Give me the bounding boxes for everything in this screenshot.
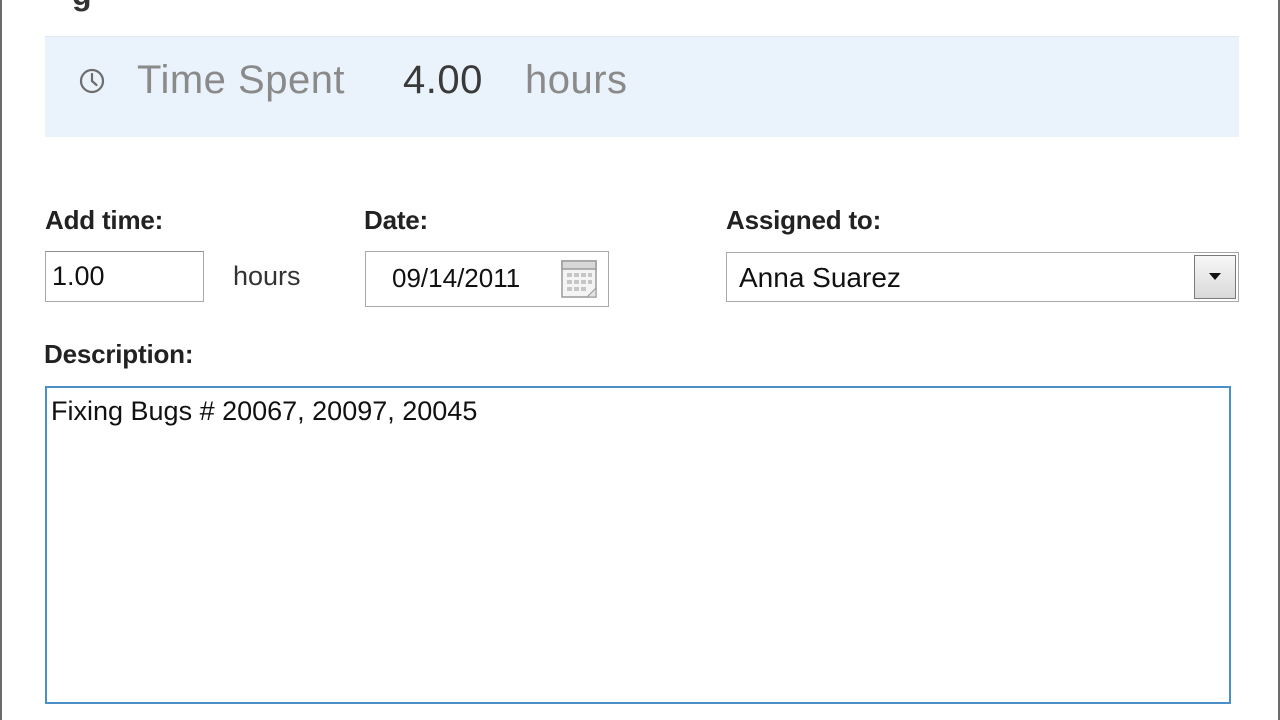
add-time-label: Add time:: [45, 205, 164, 235]
dropdown-button[interactable]: [1194, 255, 1236, 299]
assigned-to-select[interactable]: Anna Suarez: [726, 252, 1239, 302]
date-value: 09/14/2011: [392, 263, 521, 293]
description-label: Description:: [44, 339, 194, 369]
time-spent-value: 4.00: [403, 58, 483, 102]
add-time-unit: hours: [233, 261, 301, 291]
dialog-frame: g Time Spent 4.00 hours Add time: hours …: [0, 0, 1280, 720]
time-spent-label: Time Spent: [137, 58, 346, 102]
clock-icon: [78, 67, 106, 95]
date-field[interactable]: 09/14/2011: [365, 251, 609, 307]
calendar-icon[interactable]: [560, 259, 598, 299]
description-textarea[interactable]: Fixing Bugs # 20067, 20097, 20045: [45, 386, 1231, 704]
date-label: Date:: [364, 205, 429, 235]
time-spent-unit: hours: [525, 58, 628, 102]
assigned-to-value: Anna Suarez: [739, 262, 901, 293]
add-time-input[interactable]: [45, 251, 204, 302]
chevron-down-icon: [1209, 273, 1221, 280]
assigned-to-label: Assigned to:: [726, 205, 882, 235]
dialog-title-fragment: g: [72, 0, 92, 10]
